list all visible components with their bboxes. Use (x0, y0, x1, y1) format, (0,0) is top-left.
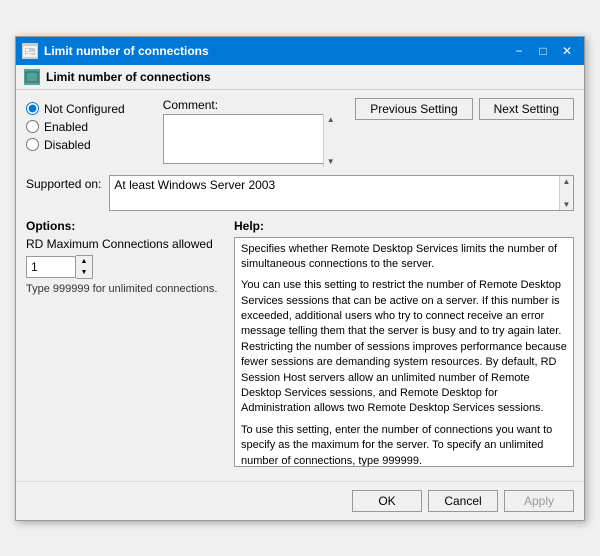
close-button[interactable]: ✕ (556, 41, 578, 61)
radio-enabled-input[interactable] (26, 120, 39, 133)
radio-enabled-label: Enabled (44, 120, 88, 134)
radio-not-configured[interactable]: Not Configured (26, 102, 125, 116)
previous-setting-button[interactable]: Previous Setting (355, 98, 472, 120)
spin-down-button[interactable]: ▼ (76, 267, 92, 278)
options-header: Options: (26, 219, 226, 233)
subtitle-bar: Limit number of connections (16, 65, 584, 90)
comment-section: Comment: ▲ ▼ (163, 98, 338, 167)
main-panels: Options: RD Maximum Connections allowed … (26, 219, 574, 467)
supported-box: At least Windows Server 2003 ▲ ▼ (109, 175, 574, 211)
maximize-button[interactable]: □ (532, 41, 554, 61)
radio-enabled[interactable]: Enabled (26, 120, 125, 134)
supported-scroll-down[interactable]: ▼ (563, 200, 571, 209)
number-input-row: ▲ ▼ (26, 255, 226, 279)
spin-up-button[interactable]: ▲ (76, 256, 92, 267)
help-header: Help: (234, 219, 574, 233)
supported-row: Supported on: At least Windows Server 20… (26, 175, 574, 211)
radio-disabled[interactable]: Disabled (26, 138, 125, 152)
next-setting-button[interactable]: Next Setting (479, 98, 574, 120)
cancel-button[interactable]: Cancel (428, 490, 498, 512)
help-para-2: To use this setting, enter the number of… (241, 423, 567, 467)
supported-label: Supported on: (26, 175, 101, 191)
help-para-0: Specifies whether Remote Desktop Service… (241, 242, 567, 273)
connections-label: RD Maximum Connections allowed (26, 237, 226, 251)
radio-disabled-input[interactable] (26, 138, 39, 151)
top-buttons: Previous Setting Next Setting (355, 98, 574, 120)
supported-scroll-up[interactable]: ▲ (563, 177, 571, 186)
comment-scroll-up[interactable]: ▲ (327, 115, 335, 124)
bottom-bar: OK Cancel Apply (16, 481, 584, 520)
help-panel: Help: Specifies whether Remote Desktop S… (234, 219, 574, 467)
comment-scroll-down[interactable]: ▼ (327, 157, 335, 166)
help-text-box[interactable]: Specifies whether Remote Desktop Service… (234, 237, 574, 467)
radio-not-configured-input[interactable] (26, 102, 39, 115)
subtitle-icon (24, 69, 40, 85)
connections-input[interactable] (26, 256, 76, 278)
subtitle-label: Limit number of connections (46, 70, 211, 84)
help-para-1: You can use this setting to restrict the… (241, 278, 567, 417)
supported-value: At least Windows Server 2003 (114, 178, 291, 192)
options-panel: Options: RD Maximum Connections allowed … (26, 219, 226, 467)
title-bar-controls: − □ ✕ (508, 41, 578, 61)
window-title: Limit number of connections (44, 44, 209, 58)
supported-scrollbar: ▲ ▼ (559, 176, 573, 210)
radio-disabled-label: Disabled (44, 138, 91, 152)
header-area: Not Configured Enabled Disabled Comment: (26, 98, 574, 167)
window-icon (22, 43, 38, 59)
title-bar: Limit number of connections − □ ✕ (16, 37, 584, 65)
ok-button[interactable]: OK (352, 490, 422, 512)
main-window: Limit number of connections − □ ✕ Limit … (15, 36, 585, 521)
hint-text: Type 999999 for unlimited connections. (26, 283, 226, 295)
comment-scrollbar: ▲ ▼ (323, 114, 337, 167)
apply-button[interactable]: Apply (504, 490, 574, 512)
content-area: Not Configured Enabled Disabled Comment: (16, 90, 584, 475)
radio-not-configured-label: Not Configured (44, 102, 125, 116)
minimize-button[interactable]: − (508, 41, 530, 61)
spinner-buttons: ▲ ▼ (76, 255, 93, 279)
comment-label: Comment: (163, 98, 338, 112)
comment-textarea[interactable] (163, 114, 338, 164)
radio-group: Not Configured Enabled Disabled (26, 98, 125, 152)
